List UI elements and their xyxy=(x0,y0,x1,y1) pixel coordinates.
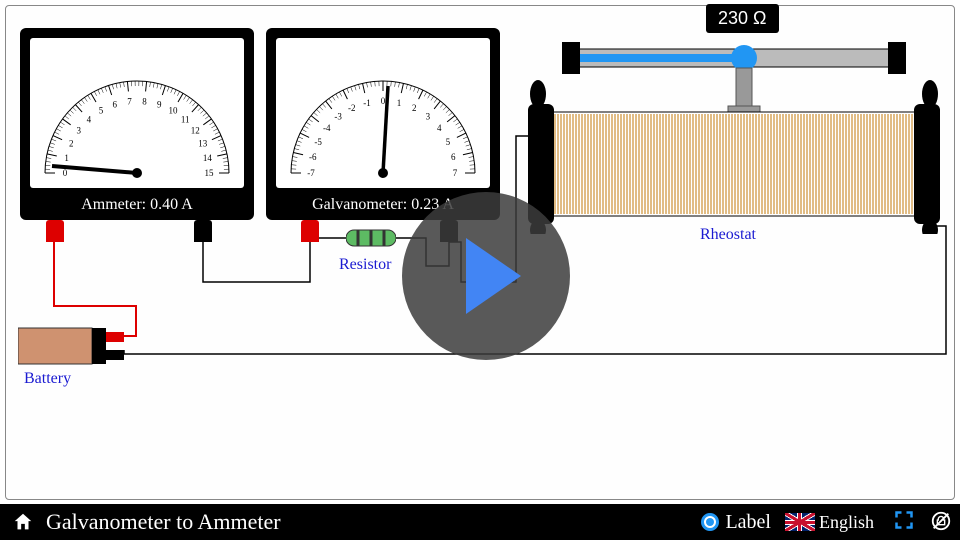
flag-icon xyxy=(785,513,815,531)
svg-text:6: 6 xyxy=(451,152,456,162)
svg-text:14: 14 xyxy=(203,153,213,163)
svg-text:4: 4 xyxy=(437,123,442,133)
svg-text:2: 2 xyxy=(412,103,417,113)
svg-text:9: 9 xyxy=(157,100,162,110)
galvanometer: -7-6-5-4-3-2-101234567 Galvanometer: 0.2… xyxy=(266,28,500,220)
bottom-bar: Galvanometer to Ammeter Label English xyxy=(0,504,960,540)
label-toggle-text: Label xyxy=(725,511,771,534)
ammeter-reading: Ammeter: 0.40 A xyxy=(20,196,254,214)
svg-text:13: 13 xyxy=(198,139,208,149)
galvanometer-face: -7 -6 -5-4-3 -2 -1 0 123456 7 xyxy=(276,38,490,188)
svg-text:15: 15 xyxy=(205,168,215,178)
svg-text:2: 2 xyxy=(69,139,74,149)
svg-text:-3: -3 xyxy=(334,112,342,122)
svg-text:12: 12 xyxy=(191,126,200,136)
svg-text:-5: -5 xyxy=(314,137,322,147)
svg-text:5: 5 xyxy=(99,106,104,116)
battery-label: Battery xyxy=(24,370,71,388)
svg-text:1: 1 xyxy=(397,98,402,108)
ammeter-terminal-positive[interactable] xyxy=(46,220,64,242)
svg-text:7: 7 xyxy=(453,168,458,178)
svg-text:8: 8 xyxy=(142,96,147,106)
rheostat xyxy=(524,34,944,239)
svg-text:6: 6 xyxy=(113,100,118,110)
battery[interactable] xyxy=(18,322,128,375)
svg-text:1: 1 xyxy=(64,153,69,163)
page-title: Galvanometer to Ammeter xyxy=(46,509,701,535)
home-button[interactable] xyxy=(8,507,38,537)
zoom-lock-button[interactable] xyxy=(930,510,954,534)
simulation-stage: 0123456789101112131415 Ammeter: 0.40 A -… xyxy=(5,5,955,500)
svg-text:4: 4 xyxy=(87,114,92,124)
resistor[interactable] xyxy=(346,228,396,253)
ammeter: 0123456789101112131415 Ammeter: 0.40 A xyxy=(20,28,254,220)
galvanometer-terminal-positive[interactable] xyxy=(301,220,319,242)
svg-text:-2: -2 xyxy=(348,103,356,113)
svg-text:7: 7 xyxy=(127,96,132,106)
svg-text:10: 10 xyxy=(169,106,179,116)
ammeter-terminal-negative[interactable] xyxy=(194,220,212,242)
svg-text:-7: -7 xyxy=(307,168,315,178)
svg-text:-6: -6 xyxy=(309,152,317,162)
play-icon xyxy=(466,238,521,314)
svg-text:0: 0 xyxy=(381,96,386,106)
svg-text:5: 5 xyxy=(446,137,451,147)
play-button[interactable] xyxy=(402,192,570,360)
svg-text:3: 3 xyxy=(77,126,82,136)
svg-text:11: 11 xyxy=(181,114,190,124)
rheostat-label: Rheostat xyxy=(700,226,756,244)
language-selector[interactable]: English xyxy=(819,512,874,533)
rheostat-resistance: 230 Ω xyxy=(706,4,779,33)
svg-text:-1: -1 xyxy=(363,98,371,108)
fullscreen-button[interactable] xyxy=(894,510,918,534)
resistor-label: Resistor xyxy=(339,256,391,274)
label-toggle-radio[interactable] xyxy=(701,513,719,531)
ammeter-face: 0123456789101112131415 xyxy=(30,38,244,188)
svg-text:-4: -4 xyxy=(323,123,331,133)
rheostat-slider[interactable] xyxy=(731,45,757,71)
svg-text:0: 0 xyxy=(63,168,68,178)
svg-text:3: 3 xyxy=(426,112,431,122)
